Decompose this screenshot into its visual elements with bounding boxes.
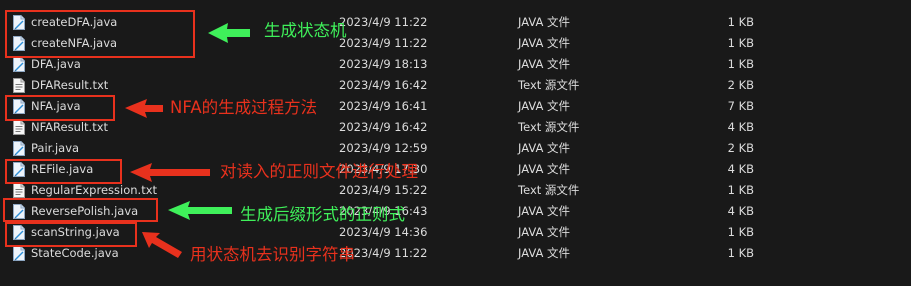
file-row[interactable]: NFA.java 2023/4/9 16:41 JAVA 文件 7 KB bbox=[0, 96, 911, 117]
file-size: 4 KB bbox=[727, 120, 754, 134]
file-modified: 2023/4/9 11:22 bbox=[339, 15, 428, 29]
file-row[interactable]: createNFA.java 2023/4/9 11:22 JAVA 文件 1 … bbox=[0, 33, 911, 54]
file-type: JAVA 文件 bbox=[518, 57, 570, 71]
annotation-label-nfa-method: NFA的生成过程方法 bbox=[170, 98, 318, 117]
file-type: Text 源文件 bbox=[518, 120, 580, 134]
file-type: JAVA 文件 bbox=[518, 99, 570, 113]
file-list: createDFA.java 2023/4/9 11:22 JAVA 文件 1 … bbox=[0, 12, 911, 264]
file-type: Text 源文件 bbox=[518, 183, 580, 197]
file-row[interactable]: createDFA.java 2023/4/9 11:22 JAVA 文件 1 … bbox=[0, 12, 911, 33]
file-name: createNFA.java bbox=[31, 36, 118, 50]
file-name: scanString.java bbox=[31, 225, 120, 239]
file-size: 1 KB bbox=[727, 246, 754, 260]
file-modified: 2023/4/9 12:59 bbox=[339, 141, 428, 155]
file-name: NFA.java bbox=[31, 99, 81, 113]
text-file-icon bbox=[13, 120, 25, 135]
file-row[interactable]: DFAResult.txt 2023/4/9 16:42 Text 源文件 2 … bbox=[0, 75, 911, 96]
file-size: 2 KB bbox=[727, 78, 754, 92]
file-size: 1 KB bbox=[727, 57, 754, 71]
file-name: REFile.java bbox=[31, 162, 94, 176]
file-type: JAVA 文件 bbox=[518, 246, 570, 260]
java-file-icon bbox=[13, 36, 25, 51]
java-file-icon bbox=[13, 141, 25, 156]
file-name: NFAResult.txt bbox=[31, 120, 109, 134]
file-type: JAVA 文件 bbox=[518, 141, 570, 155]
annotation-label-state-machine: 生成状态机 bbox=[264, 21, 347, 40]
file-size: 7 KB bbox=[727, 99, 754, 113]
java-file-icon bbox=[13, 15, 25, 30]
java-file-icon bbox=[13, 225, 25, 240]
file-type: JAVA 文件 bbox=[518, 36, 570, 50]
file-type: JAVA 文件 bbox=[518, 162, 570, 176]
annotation-label-postfix: 生成后缀形式的正则式 bbox=[240, 205, 405, 224]
file-name: StateCode.java bbox=[31, 246, 119, 260]
file-size: 1 KB bbox=[727, 225, 754, 239]
file-name: DFAResult.txt bbox=[31, 78, 109, 92]
file-type: JAVA 文件 bbox=[518, 225, 570, 239]
file-modified: 2023/4/9 15:22 bbox=[339, 183, 428, 197]
file-row[interactable]: scanString.java 2023/4/9 14:36 JAVA 文件 1… bbox=[0, 222, 911, 243]
file-size: 1 KB bbox=[727, 15, 754, 29]
file-modified: 2023/4/9 16:42 bbox=[339, 120, 428, 134]
java-file-icon bbox=[13, 246, 25, 261]
file-name: createDFA.java bbox=[31, 15, 118, 29]
file-modified: 2023/4/9 14:36 bbox=[339, 225, 428, 239]
java-file-icon bbox=[13, 99, 25, 114]
file-row[interactable]: RegularExpression.txt 2023/4/9 15:22 Tex… bbox=[0, 180, 911, 201]
file-type: JAVA 文件 bbox=[518, 204, 570, 218]
file-row[interactable]: NFAResult.txt 2023/4/9 16:42 Text 源文件 4 … bbox=[0, 117, 911, 138]
annotation-label-recognize: 用状态机去识别字符串 bbox=[190, 245, 355, 264]
file-size: 1 KB bbox=[727, 183, 754, 197]
annotation-label-regex-file: 对读入的正则文件进行处理 bbox=[220, 162, 418, 181]
file-type: Text 源文件 bbox=[518, 78, 580, 92]
file-row[interactable]: REFile.java 2023/4/9 17:30 JAVA 文件 4 KB bbox=[0, 159, 911, 180]
file-name: DFA.java bbox=[31, 57, 81, 71]
file-type: JAVA 文件 bbox=[518, 15, 570, 29]
file-name: Pair.java bbox=[31, 141, 80, 155]
file-size: 4 KB bbox=[727, 204, 754, 218]
text-file-icon bbox=[13, 78, 25, 93]
file-modified: 2023/4/9 11:22 bbox=[339, 36, 428, 50]
file-size: 4 KB bbox=[727, 162, 754, 176]
file-modified: 2023/4/9 16:41 bbox=[339, 99, 428, 113]
file-name: RegularExpression.txt bbox=[31, 183, 158, 197]
text-file-icon bbox=[13, 183, 25, 198]
file-name: ReversePolish.java bbox=[31, 204, 139, 218]
java-file-icon bbox=[13, 57, 25, 72]
file-row[interactable]: ReversePolish.java 2023/4/9 16:43 JAVA 文… bbox=[0, 201, 911, 222]
file-row[interactable]: DFA.java 2023/4/9 18:13 JAVA 文件 1 KB bbox=[0, 54, 911, 75]
java-file-icon bbox=[13, 204, 25, 219]
java-file-icon bbox=[13, 162, 25, 177]
file-modified: 2023/4/9 18:13 bbox=[339, 57, 428, 71]
file-row[interactable]: Pair.java 2023/4/9 12:59 JAVA 文件 2 KB bbox=[0, 138, 911, 159]
file-size: 1 KB bbox=[727, 36, 754, 50]
file-modified: 2023/4/9 16:42 bbox=[339, 78, 428, 92]
file-size: 2 KB bbox=[727, 141, 754, 155]
file-row[interactable]: StateCode.java 2023/4/9 11:22 JAVA 文件 1 … bbox=[0, 243, 911, 264]
